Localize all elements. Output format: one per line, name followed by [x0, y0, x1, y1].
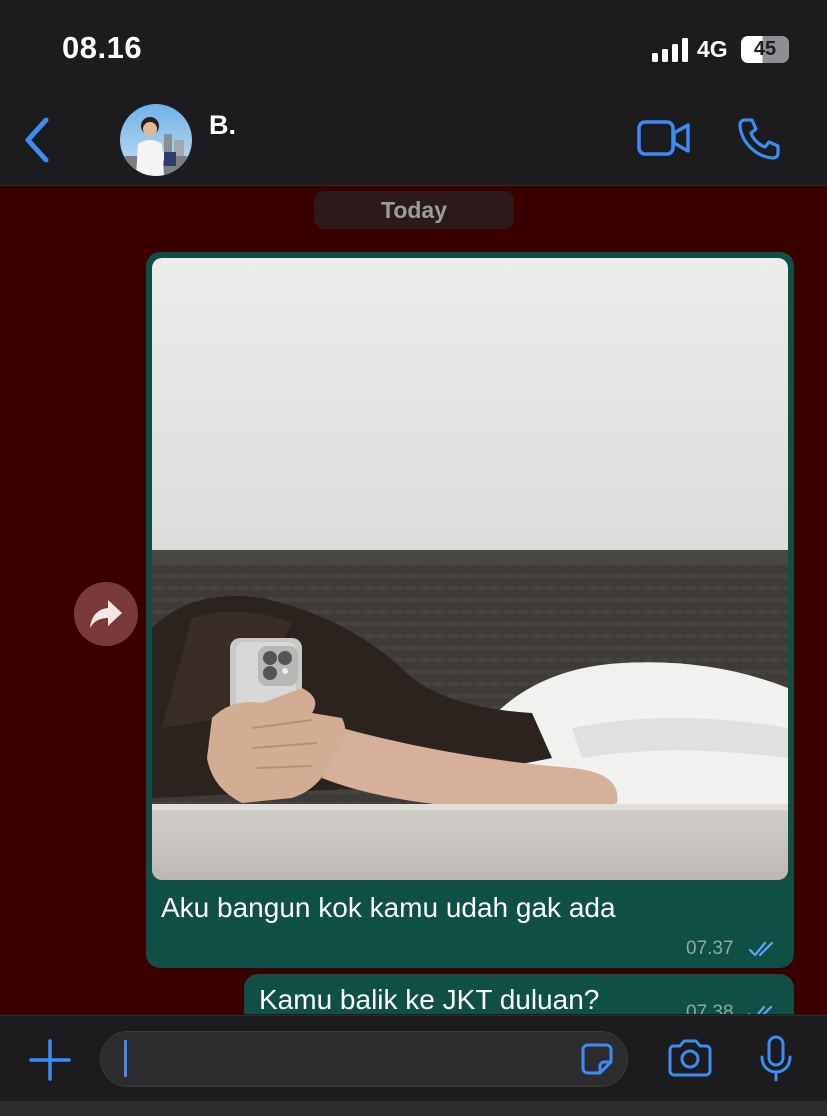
contact-name[interactable]: B. — [209, 110, 236, 141]
double-check-icon — [749, 941, 774, 957]
message-time: 07.37 — [686, 938, 734, 959]
contact-avatar[interactable] — [120, 104, 192, 176]
video-call-button[interactable] — [636, 118, 692, 158]
message-text: Aku bangun kok kamu udah gak ada — [161, 892, 616, 923]
forward-button[interactable] — [74, 582, 138, 646]
message-list[interactable]: Today Aku bangun kok kamu udah gak ada 0… — [0, 186, 827, 1014]
double-check-icon — [748, 1005, 773, 1014]
phone-icon — [738, 118, 780, 160]
microphone-icon — [760, 1035, 792, 1082]
status-bar: 08.16 4G 45 — [0, 0, 827, 96]
message-composer — [0, 1015, 827, 1102]
battery-icon: 45 — [741, 36, 789, 63]
forward-arrow-icon — [90, 600, 122, 628]
network-type: 4G — [697, 36, 728, 62]
voice-call-button[interactable] — [736, 116, 782, 162]
camera-button[interactable] — [666, 1038, 714, 1078]
message-time: 07.38 — [686, 1002, 734, 1014]
message-input[interactable] — [100, 1031, 628, 1087]
back-button[interactable] — [18, 114, 58, 166]
status-time: 08.16 — [62, 30, 143, 65]
plus-icon — [29, 1039, 71, 1081]
camera-icon — [668, 1039, 712, 1077]
chevron-left-icon — [25, 117, 49, 163]
date-separator: Today — [314, 191, 514, 229]
cellular-signal-icon — [652, 38, 688, 62]
sticker-button[interactable] — [580, 1042, 614, 1076]
message-text: Kamu balik ke JKT duluan? — [259, 984, 600, 1014]
chat-screen: 08.16 4G 45 B. Today Aku bangun kok kamu… — [0, 0, 827, 1116]
microphone-button[interactable] — [758, 1034, 794, 1084]
message-bubble-outgoing[interactable]: Aku bangun kok kamu udah gak ada 07.37 — [146, 252, 794, 968]
photo-image — [152, 258, 788, 880]
video-camera-icon — [637, 120, 690, 156]
home-indicator-area — [0, 1101, 827, 1116]
attach-button[interactable] — [26, 1036, 74, 1084]
sticker-icon — [581, 1043, 613, 1075]
chat-header: B. — [0, 96, 827, 186]
message-bubble-outgoing[interactable]: Kamu balik ke JKT duluan? 07.38 — [244, 974, 794, 1014]
message-photo[interactable] — [152, 258, 788, 880]
avatar-photo — [120, 104, 192, 176]
battery-percent: 45 — [753, 38, 777, 60]
